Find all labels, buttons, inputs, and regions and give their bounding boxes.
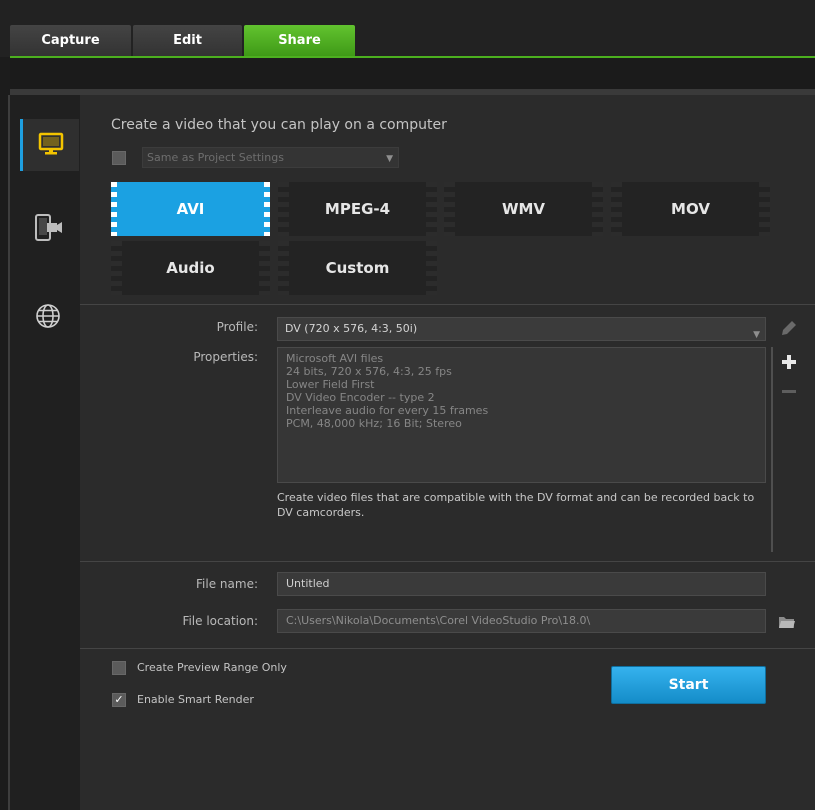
format-avi-button[interactable]: AVI [111, 182, 270, 236]
edit-profile-pencil-icon[interactable] [779, 318, 799, 338]
sidebar-item-computer[interactable] [20, 119, 79, 171]
mobile-device-icon [33, 213, 63, 246]
scrollbar[interactable] [771, 347, 773, 552]
add-profile-plus-icon[interactable] [779, 352, 799, 372]
properties-box: Microsoft AVI files 24 bits, 720 x 576, … [277, 347, 766, 483]
tab-share[interactable]: Share [244, 25, 355, 56]
preview-range-checkbox[interactable] [112, 661, 126, 675]
file-name-label: File name: [196, 577, 258, 591]
share-sidebar [10, 95, 80, 810]
smart-render-label: Enable Smart Render [137, 693, 254, 706]
property-line: DV Video Encoder -- type 2 [286, 391, 435, 404]
format-audio-button[interactable]: Audio [111, 241, 270, 295]
properties-label: Properties: [193, 350, 258, 364]
profile-dropdown[interactable]: DV (720 x 576, 4:3, 50i) ▼ [277, 317, 766, 341]
section-divider [80, 304, 815, 305]
preview-range-label: Create Preview Range Only [137, 661, 287, 674]
same-as-project-dropdown[interactable]: Same as Project Settings ▼ [142, 147, 399, 168]
tab-capture[interactable]: Capture [10, 25, 131, 56]
top-bar: Capture Edit Share [0, 0, 815, 57]
same-as-project-label: Same as Project Settings [147, 151, 284, 164]
property-line: 24 bits, 720 x 576, 4:3, 25 fps [286, 365, 452, 378]
property-line: Microsoft AVI files [286, 352, 384, 365]
computer-icon [38, 132, 64, 159]
file-location-label: File location: [182, 614, 258, 628]
section-divider [80, 561, 815, 562]
sidebar-item-mobile[interactable] [20, 203, 76, 255]
browse-folder-icon[interactable] [777, 612, 797, 632]
format-custom-button[interactable]: Custom [278, 241, 437, 295]
format-mpeg4-button[interactable]: MPEG-4 [278, 182, 437, 236]
format-wmv-button[interactable]: WMV [444, 182, 603, 236]
format-mov-button[interactable]: MOV [611, 182, 770, 236]
sidebar-item-web[interactable] [20, 291, 76, 343]
property-line: Lower Field First [286, 378, 375, 391]
web-globe-icon [35, 303, 61, 332]
same-as-project-checkbox[interactable] [112, 151, 126, 165]
checkmark-icon: ✓ [114, 693, 124, 706]
section-divider [80, 648, 815, 649]
file-name-input[interactable]: Untitled [277, 572, 766, 596]
property-line: PCM, 48,000 kHz; 16 Bit; Stereo [286, 417, 462, 430]
profile-description: Create video files that are compatible w… [277, 491, 755, 519]
file-location-input[interactable]: C:\Users\Nikola\Documents\Corel VideoStu… [277, 609, 766, 633]
profile-label: Profile: [216, 320, 258, 334]
page-title: Create a video that you can play on a co… [111, 117, 447, 133]
chevron-down-icon: ▼ [386, 154, 393, 164]
tab-edit[interactable]: Edit [133, 25, 242, 56]
chevron-down-icon: ▼ [753, 330, 760, 340]
smart-render-checkbox[interactable]: ✓ [112, 693, 126, 707]
profile-value: DV (720 x 576, 4:3, 50i) [285, 322, 418, 335]
remove-profile-minus-icon[interactable] [779, 381, 799, 401]
start-button[interactable]: Start [611, 666, 766, 704]
property-line: Interleave audio for every 15 frames [286, 404, 489, 417]
sub-toolbar [10, 58, 815, 89]
